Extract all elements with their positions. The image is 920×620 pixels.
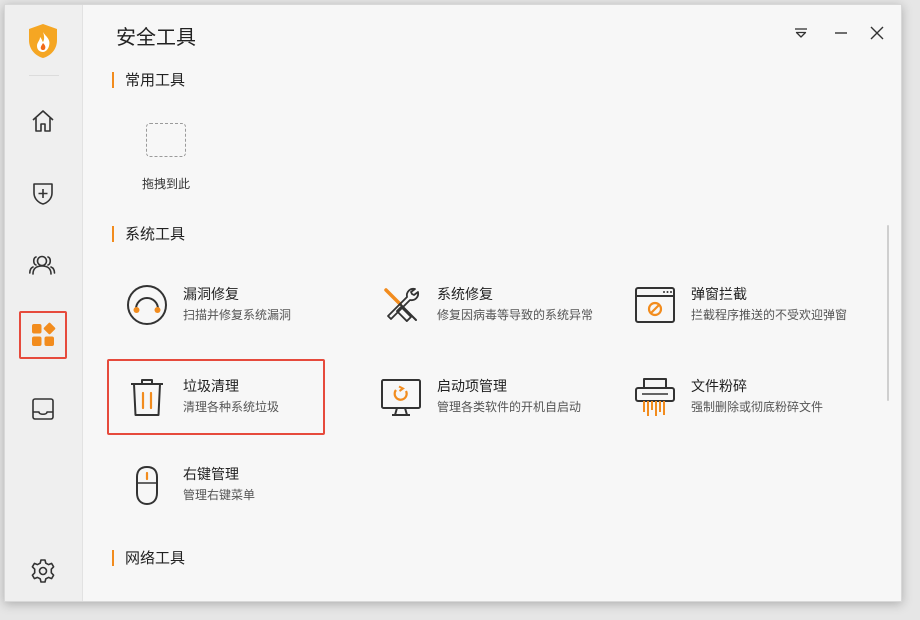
tool-name: 漏洞修复: [183, 287, 239, 303]
app-window: 安全工具 常用工具 拖拽到此 系统工具 漏洞修复 扫描并修复系统漏洞 系统修复 …: [4, 4, 902, 602]
section-accent-bar: [112, 71, 114, 88]
tool-junk-clean[interactable]: 垃圾清理 清理各种系统垃圾: [107, 359, 325, 435]
main-panel: 安全工具 常用工具 拖拽到此 系统工具 漏洞修复 扫描并修复系统漏洞 系统修复 …: [83, 5, 901, 601]
section-accent-bar: [112, 549, 114, 566]
shredder-icon: [635, 378, 675, 416]
sidebar-item-users[interactable]: [19, 241, 67, 289]
tool-description: 清理各种系统垃圾: [183, 400, 280, 414]
users-icon: [29, 255, 56, 275]
vulnerability-fix-icon: [127, 285, 167, 325]
home-icon: [32, 110, 54, 132]
menu-dropdown-button[interactable]: [791, 23, 811, 43]
close-icon: [870, 26, 884, 40]
mouse-icon: [136, 465, 158, 506]
tool-name: 垃圾清理: [183, 379, 239, 395]
shield-plus-icon: [33, 183, 53, 205]
tool-description: 管理右键菜单: [183, 488, 256, 502]
tool-name: 文件粉碎: [691, 379, 747, 395]
inbox-icon: [32, 398, 54, 420]
tool-name: 系统修复: [437, 287, 493, 303]
tool-name: 弹窗拦截: [691, 287, 747, 303]
settings-button[interactable]: [19, 547, 67, 595]
tool-vulnerability-fix[interactable]: 漏洞修复 扫描并修复系统漏洞: [107, 267, 325, 343]
section-common-tools: 常用工具: [112, 69, 185, 90]
tool-description: 强制删除或彻底粉碎文件: [691, 400, 824, 414]
tool-popup-block[interactable]: 弹窗拦截 拦截程序推送的不受欢迎弹窗: [615, 267, 847, 343]
section-accent-bar: [112, 225, 114, 242]
tool-file-shredder[interactable]: 文件粉碎 强制删除或彻底粉碎文件: [615, 359, 833, 435]
drop-placeholder-box: [146, 123, 186, 157]
sidebar-separator: [29, 75, 59, 76]
drop-zone[interactable]: 拖拽到此: [121, 123, 211, 203]
minimize-button[interactable]: [831, 23, 851, 43]
tool-description: 扫描并修复系统漏洞: [183, 308, 292, 322]
tools-icon: [384, 287, 420, 322]
startup-monitor-icon: [381, 379, 421, 416]
tool-name: 启动项管理: [437, 379, 507, 395]
tool-system-repair[interactable]: 系统修复 修复因病毒等导致的系统异常: [361, 267, 593, 343]
sidebar-item-protection[interactable]: [19, 169, 67, 217]
apps-icon: [32, 322, 56, 346]
section-network-tools: 网络工具: [112, 547, 185, 568]
sidebar-item-tools[interactable]: [19, 311, 67, 359]
close-button[interactable]: [867, 23, 887, 43]
vertical-scrollbar[interactable]: [887, 225, 889, 401]
window-title: 安全工具: [116, 25, 196, 49]
tool-context-menu[interactable]: 右键管理 管理右键菜单: [107, 447, 325, 523]
tool-description: 修复因病毒等导致的系统异常: [437, 308, 594, 322]
logo-icon: [29, 24, 57, 58]
popup-block-icon: [635, 287, 675, 323]
sidebar-item-inbox[interactable]: [19, 385, 67, 433]
gear-icon: [31, 559, 55, 583]
tool-name: 右键管理: [183, 467, 239, 483]
drop-zone-label: 拖拽到此: [141, 177, 190, 191]
sidebar: [5, 5, 83, 601]
dropdown-menu-icon: [795, 28, 807, 38]
tool-description: 拦截程序推送的不受欢迎弹窗: [691, 308, 848, 322]
tool-description: 管理各类软件的开机自启动: [437, 400, 582, 414]
section-title: 网络工具: [125, 549, 186, 567]
tool-startup-manager[interactable]: 启动项管理 管理各类软件的开机自启动: [361, 359, 582, 435]
section-title: 常用工具: [125, 71, 186, 89]
sidebar-item-home[interactable]: [19, 97, 67, 145]
minimize-icon: [835, 32, 847, 34]
section-system-tools: 系统工具: [112, 223, 185, 244]
trash-icon: [131, 379, 163, 416]
section-title: 系统工具: [125, 225, 186, 243]
